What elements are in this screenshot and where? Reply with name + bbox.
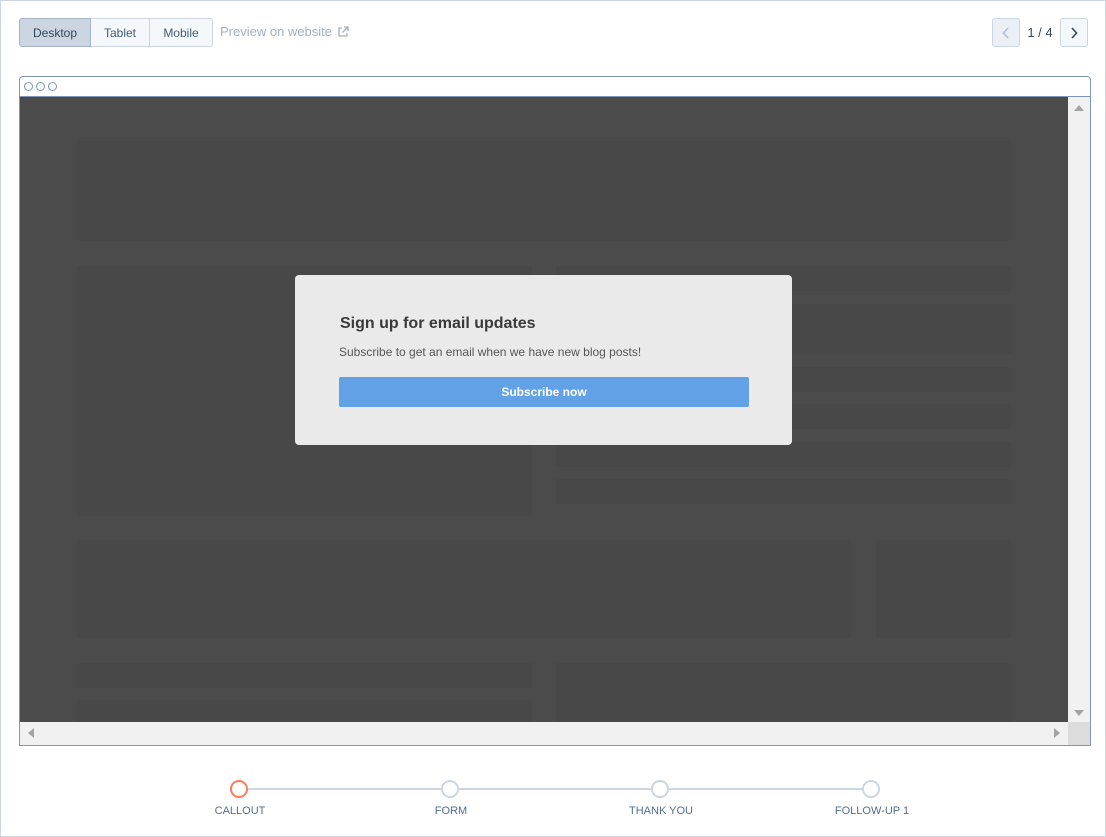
preview-link-label: Preview on website — [220, 24, 332, 39]
scroll-left-icon[interactable] — [28, 728, 34, 738]
popup-title: Sign up for email updates — [340, 315, 536, 332]
window-dot-icon — [24, 82, 33, 91]
placeholder-content-block — [556, 663, 1011, 724]
step-follow-up-circle[interactable] — [862, 780, 880, 798]
step-follow-up-label[interactable]: FOLLOW-UP 1 — [812, 805, 932, 817]
page-preview-overlay: Sign up for email updates Subscribe to g… — [20, 97, 1068, 724]
step-thank-you-label[interactable]: THANK YOU — [601, 805, 721, 817]
placeholder-header-block — [77, 141, 1011, 241]
placeholder-content-block — [77, 540, 851, 638]
step-connector-line — [240, 788, 872, 790]
step-thank-you-circle[interactable] — [651, 780, 669, 798]
window-dot-icon — [36, 82, 45, 91]
tab-mobile[interactable]: Mobile — [150, 18, 213, 47]
browser-title-bar — [20, 77, 1090, 97]
scroll-right-icon[interactable] — [1054, 728, 1060, 738]
placeholder-text-line — [77, 700, 532, 724]
placeholder-side-block — [876, 540, 1011, 638]
step-callout-circle[interactable] — [230, 780, 248, 798]
popup-body-text: Subscribe to get an email when we have n… — [339, 345, 642, 359]
scrollbar-corner — [1068, 722, 1090, 745]
browser-frame: Sign up for email updates Subscribe to g… — [19, 76, 1091, 746]
scroll-down-icon[interactable] — [1074, 710, 1084, 716]
callout-popup: Sign up for email updates Subscribe to g… — [295, 275, 792, 445]
horizontal-scrollbar[interactable] — [20, 722, 1068, 745]
scroll-up-icon[interactable] — [1074, 105, 1084, 111]
preview-on-website-link[interactable]: Preview on website — [220, 24, 349, 39]
step-form-circle[interactable] — [441, 780, 459, 798]
placeholder-text-line — [556, 479, 1011, 504]
step-progress: CALLOUT FORM THANK YOU FOLLOW-UP 1 — [1, 779, 1106, 829]
placeholder-text-line — [77, 663, 532, 688]
subscribe-button[interactable]: Subscribe now — [339, 377, 749, 407]
external-link-icon — [338, 25, 349, 37]
tab-desktop[interactable]: Desktop — [19, 18, 91, 47]
next-button[interactable] — [1060, 18, 1088, 47]
step-callout-label[interactable]: CALLOUT — [180, 805, 300, 817]
window-dot-icon — [48, 82, 57, 91]
chevron-right-icon — [1071, 26, 1078, 39]
device-tabs: Desktop Tablet Mobile — [19, 18, 213, 47]
placeholder-text-line — [556, 442, 1011, 467]
page-indicator: 1 / 4 — [1027, 25, 1053, 40]
pager: 1 / 4 — [992, 18, 1088, 47]
vertical-scrollbar[interactable] — [1068, 97, 1090, 724]
chevron-left-icon — [1002, 26, 1009, 39]
preview-panel: Desktop Tablet Mobile Preview on website… — [0, 0, 1106, 837]
step-form-label[interactable]: FORM — [391, 805, 511, 817]
previous-button[interactable] — [992, 18, 1020, 47]
tab-tablet[interactable]: Tablet — [91, 18, 150, 47]
